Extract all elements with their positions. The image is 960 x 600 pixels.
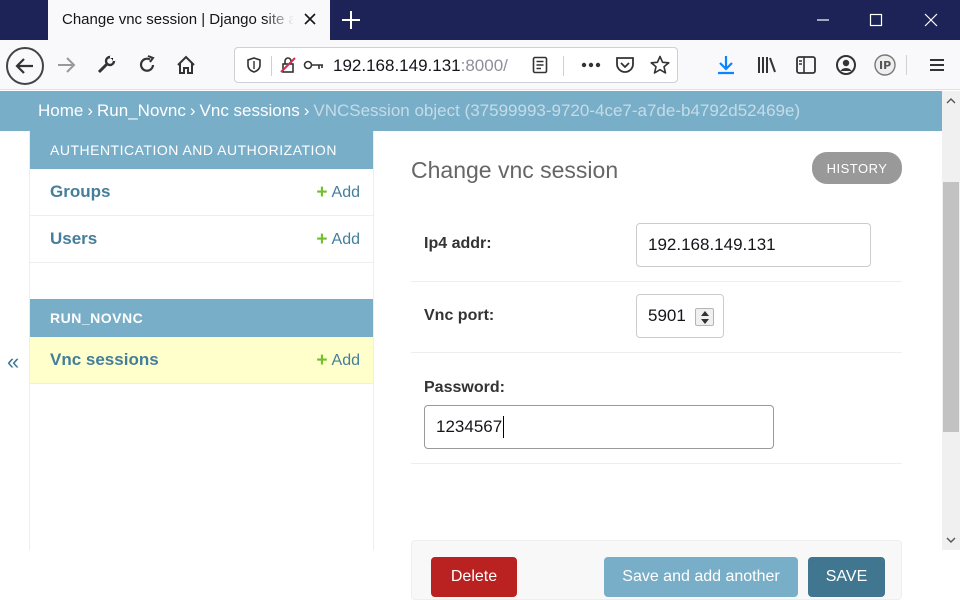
ip4-addr-input[interactable]: 192.168.149.131: [636, 223, 871, 267]
add-label: Add: [331, 351, 360, 369]
menu-icon[interactable]: [921, 49, 953, 81]
browser-toolbar: 192.168.149.131:8000/ IP: [0, 40, 960, 90]
page-title: Change vnc session: [411, 157, 619, 183]
download-icon[interactable]: [710, 49, 742, 81]
form-row-password: Password: 1234567: [411, 353, 902, 464]
plus-icon: +: [316, 350, 328, 371]
forward-icon[interactable]: [50, 49, 82, 81]
key-icon[interactable]: [303, 57, 325, 73]
form-row-port: Vnc port: 5901: [411, 282, 902, 353]
breadcrumb-separator: ›: [303, 101, 310, 120]
stepper-down-icon[interactable]: [696, 317, 713, 325]
sidebar-item-users: Users + Add: [30, 216, 373, 263]
submit-row: Delete Save and add another SAVE: [411, 540, 902, 600]
password-value: 1234567: [436, 417, 503, 436]
stepper-up-icon[interactable]: [696, 309, 713, 317]
save-and-add-another-button[interactable]: Save and add another: [604, 557, 798, 597]
pocket-icon[interactable]: [615, 56, 635, 74]
library-icon[interactable]: [751, 49, 783, 81]
browser-tab-active[interactable]: Change vnc session | Django site admin: [48, 0, 330, 40]
port-stepper[interactable]: [695, 308, 714, 326]
module-caption-auth[interactable]: AUTHENTICATION AND AUTHORIZATION: [30, 131, 373, 169]
sidebar-icon[interactable]: [790, 49, 822, 81]
maximize-icon[interactable]: [853, 0, 899, 40]
nav-sidebar: AUTHENTICATION AND AUTHORIZATION Groups …: [30, 131, 374, 550]
new-tab-plus-icon[interactable]: [339, 8, 363, 32]
insecure-lock-icon[interactable]: [279, 56, 297, 74]
url-host: 192.168.149.131: [333, 56, 461, 75]
collapse-sidebar-icon[interactable]: «: [7, 351, 19, 373]
url-separator: [271, 56, 272, 76]
breadcrumb-current: VNCSession object (37599993-9720-4ce7-a7…: [313, 101, 801, 120]
plus-icon: +: [316, 229, 328, 250]
scroll-down-icon[interactable]: [946, 535, 956, 545]
vnc-port-value: 5901: [648, 306, 686, 325]
url-bar[interactable]: 192.168.149.131:8000/: [234, 47, 678, 83]
form-row-ip4: Ip4 addr: 192.168.149.131: [411, 211, 902, 282]
add-users-link[interactable]: + Add: [316, 230, 360, 249]
shield-icon[interactable]: [245, 56, 263, 74]
breadcrumb-separator: ›: [87, 101, 94, 120]
reader-icon[interactable]: [531, 56, 549, 74]
sidebar-item-groups: Groups + Add: [30, 169, 373, 216]
module-spacer: [30, 263, 373, 299]
breadcrumb-separator: ›: [189, 101, 196, 120]
back-icon[interactable]: [6, 47, 44, 85]
breadcrumb: Home › Run_Novnc › Vnc sessions › VNCSes…: [0, 91, 942, 131]
text-caret: [503, 416, 505, 438]
window-close-icon[interactable]: [908, 0, 954, 40]
model-link-vnc-sessions[interactable]: Vnc sessions: [50, 350, 159, 370]
sidebar-item-vnc-sessions: Vnc sessions + Add: [30, 337, 373, 384]
svg-text:IP: IP: [879, 59, 891, 72]
url-text[interactable]: 192.168.149.131:8000/: [333, 56, 508, 76]
breadcrumb-model[interactable]: Vnc sessions: [200, 101, 300, 121]
account-icon[interactable]: [830, 49, 862, 81]
tab-close-icon[interactable]: [302, 11, 318, 27]
reload-icon[interactable]: [131, 49, 163, 81]
ip4-label: Ip4 addr:: [424, 235, 492, 252]
tab-title: Change vnc session | Django site admin: [62, 11, 294, 28]
vnc-port-input[interactable]: 5901: [636, 294, 724, 338]
scrollbar-thumb[interactable]: [943, 182, 959, 432]
url-separator-2: [563, 56, 564, 76]
model-link-groups[interactable]: Groups: [50, 182, 110, 202]
url-port: :8000/: [460, 56, 508, 75]
password-label: Password:: [424, 379, 505, 396]
breadcrumb-app[interactable]: Run_Novnc: [97, 101, 186, 121]
history-button[interactable]: HISTORY: [812, 152, 902, 184]
page: Home › Run_Novnc › Vnc sessions › VNCSes…: [0, 91, 960, 600]
model-link-users[interactable]: Users: [50, 229, 97, 249]
browser-titlebar: Change vnc session | Django site admin: [0, 0, 960, 40]
delete-button[interactable]: Delete: [431, 557, 517, 597]
add-label: Add: [331, 230, 360, 248]
plus-icon: +: [316, 182, 328, 203]
page-scrollbar[interactable]: [942, 91, 960, 550]
vnc-port-label: Vnc port:: [424, 307, 495, 324]
nav-sidebar-toggle-strip[interactable]: «: [0, 131, 30, 550]
star-icon[interactable]: [650, 55, 670, 75]
ip-icon[interactable]: IP: [869, 49, 901, 81]
minimize-icon[interactable]: [800, 0, 846, 40]
breadcrumb-home[interactable]: Home: [38, 101, 83, 121]
wrench-icon[interactable]: [90, 49, 122, 81]
save-button[interactable]: SAVE: [808, 557, 885, 597]
add-groups-link[interactable]: + Add: [316, 183, 360, 202]
home-icon[interactable]: [170, 49, 202, 81]
add-label: Add: [331, 183, 360, 201]
add-vnc-sessions-link[interactable]: + Add: [316, 351, 360, 370]
module-caption-run-novnc[interactable]: RUN_NOVNC: [30, 299, 373, 337]
more-icon[interactable]: [581, 62, 601, 68]
toolbar-separator: [906, 55, 907, 75]
password-input[interactable]: 1234567: [424, 405, 774, 449]
scroll-up-icon[interactable]: [946, 96, 956, 106]
